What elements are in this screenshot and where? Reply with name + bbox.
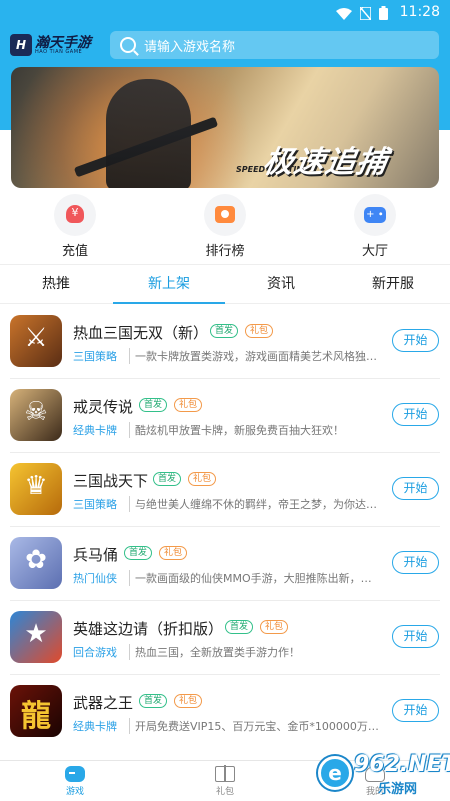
no-sim-icon: [359, 5, 372, 24]
list-item[interactable]: ☠ 戒灵传说 首发 礼包 经典卡牌 酷炫机甲放置卡牌，新服免费百抽大狂欢！ 开始: [0, 379, 450, 453]
category-tabs: 热推 新上架 资讯 新开服: [0, 264, 450, 304]
game-category: 经典卡牌: [73, 720, 117, 733]
start-button[interactable]: 开始: [392, 699, 439, 722]
battery-icon: [379, 5, 388, 24]
game-category: 经典卡牌: [73, 424, 117, 437]
gamepad-icon: [65, 766, 85, 782]
nav-games[interactable]: 游戏: [0, 761, 150, 801]
tag-gift: 礼包: [174, 694, 203, 708]
tag-gift: 礼包: [159, 546, 188, 560]
nav-gifts[interactable]: 礼包: [150, 761, 300, 801]
site-watermark: 962.NET 乐游网: [318, 748, 450, 798]
tag-first-release: 首发: [139, 398, 168, 412]
tab-new-servers[interactable]: 新开服: [337, 265, 449, 304]
game-icon: ♛: [10, 463, 62, 515]
quick-entry-recharge[interactable]: 充值: [35, 194, 115, 259]
game-description: 热血三国，全新放置类手游力作！: [129, 644, 381, 660]
tab-active-indicator: [113, 302, 225, 304]
gamepad-icon: [354, 194, 396, 236]
game-category: 回合游戏: [73, 646, 117, 659]
tag-gift: 礼包: [188, 472, 217, 486]
promo-banner[interactable]: SPEED HUNTING 极速追捕 全面突击: [11, 67, 439, 188]
status-bar: 11:28: [0, 0, 450, 24]
search-icon: [120, 37, 136, 53]
logo-subtitle: HAO TIAN GAME: [35, 49, 83, 55]
tag-first-release: 首发: [210, 324, 239, 338]
game-name: 兵马俑: [73, 546, 119, 564]
list-item[interactable]: ✿ 兵马俑 首发 礼包 热门仙侠 一款画面级的仙侠MMO手游，大胆推陈出新，引入…: [0, 527, 450, 601]
game-category: 热门仙侠: [73, 572, 117, 585]
list-item[interactable]: ★ 英雄这边请（折扣版） 首发 礼包 回合游戏 热血三国，全新放置类手游力作！ …: [0, 601, 450, 675]
quick-entry-hall[interactable]: 大厅: [335, 194, 415, 259]
tag-gift: 礼包: [260, 620, 289, 634]
list-item[interactable]: 龍 武器之王 首发 礼包 经典卡牌 开局免费送VIP15、百万元宝、金币*100…: [0, 675, 450, 749]
watermark-logo-icon: [318, 756, 352, 790]
nav-label: 游戏: [65, 787, 84, 797]
tag-gift: 礼包: [245, 324, 274, 338]
tab-news[interactable]: 资讯: [225, 265, 337, 304]
banner-title: 极速追捕 全面突击: [260, 145, 391, 180]
game-category: 三国策略: [73, 498, 117, 511]
game-icon: 龍: [10, 685, 62, 737]
game-description: 与绝世美人缠绵不休的羁绊，帝王之梦，为你达成！: [129, 496, 381, 512]
search-placeholder: 请输入游戏名称: [144, 39, 236, 55]
quick-entry-label: 充值: [61, 244, 88, 259]
start-button[interactable]: 开始: [392, 403, 439, 426]
tag-first-release: 首发: [153, 472, 182, 486]
game-name: 热血三国无双（新）: [73, 324, 209, 342]
game-icon: ☠: [10, 389, 62, 441]
watermark-text: 乐游网: [378, 782, 418, 797]
logo-badge-icon: H: [10, 34, 32, 56]
nav-label: 礼包: [215, 787, 234, 797]
money-bag-icon: [54, 194, 96, 236]
start-button[interactable]: 开始: [392, 477, 439, 500]
game-description: 酷炫机甲放置卡牌，新服免费百抽大狂欢！: [129, 422, 381, 438]
ranking-icon: [204, 194, 246, 236]
tag-gift: 礼包: [174, 398, 203, 412]
status-time: 11:28: [399, 4, 440, 20]
game-name: 戒灵传说: [73, 398, 134, 416]
quick-entry-ranking[interactable]: 排行榜: [185, 194, 265, 259]
watermark-number: 962.NET: [354, 752, 450, 777]
tag-first-release: 首发: [139, 694, 168, 708]
game-name: 三国战天下: [73, 472, 149, 490]
quick-entry-label: 大厅: [361, 244, 388, 259]
game-category: 三国策略: [73, 350, 117, 363]
list-item[interactable]: ♛ 三国战天下 首发 礼包 三国策略 与绝世美人缠绵不休的羁绊，帝王之梦，为你达…: [0, 453, 450, 527]
game-name: 武器之王: [73, 694, 134, 712]
app-logo: H 瀚天手游 HAO TIAN GAME: [10, 32, 96, 58]
tab-new[interactable]: 新上架: [113, 265, 225, 304]
tab-hot[interactable]: 热推: [0, 265, 112, 304]
list-item[interactable]: ⚔ 热血三国无双（新） 首发 礼包 三国策略 一款卡牌放置类游戏，游戏画面精美艺…: [0, 305, 450, 379]
game-description: 一款画面级的仙侠MMO手游，大胆推陈出新，引入...: [129, 570, 381, 586]
tag-first-release: 首发: [124, 546, 153, 560]
start-button[interactable]: 开始: [392, 551, 439, 574]
game-icon: ★: [10, 611, 62, 663]
game-name: 英雄这边请（折扣版）: [73, 620, 224, 638]
start-button[interactable]: 开始: [392, 625, 439, 648]
game-description: 开局免费送VIP15、百万元宝、金币*100000万，...: [129, 718, 381, 734]
game-description: 一款卡牌放置类游戏，游戏画面精美艺术风格独特...: [129, 348, 381, 364]
game-icon: ⚔: [10, 315, 62, 367]
tag-first-release: 首发: [225, 620, 254, 634]
banner-soldier-art: [106, 79, 191, 188]
status-icons: [336, 5, 388, 24]
search-bar[interactable]: 请输入游戏名称: [110, 31, 439, 59]
quick-entry-row: 充值 排行榜 大厅: [0, 194, 450, 260]
start-button[interactable]: 开始: [392, 329, 439, 352]
wifi-icon: [336, 5, 352, 24]
game-icon: ✿: [10, 537, 62, 589]
gift-icon: [215, 765, 235, 782]
quick-entry-label: 排行榜: [205, 244, 245, 259]
